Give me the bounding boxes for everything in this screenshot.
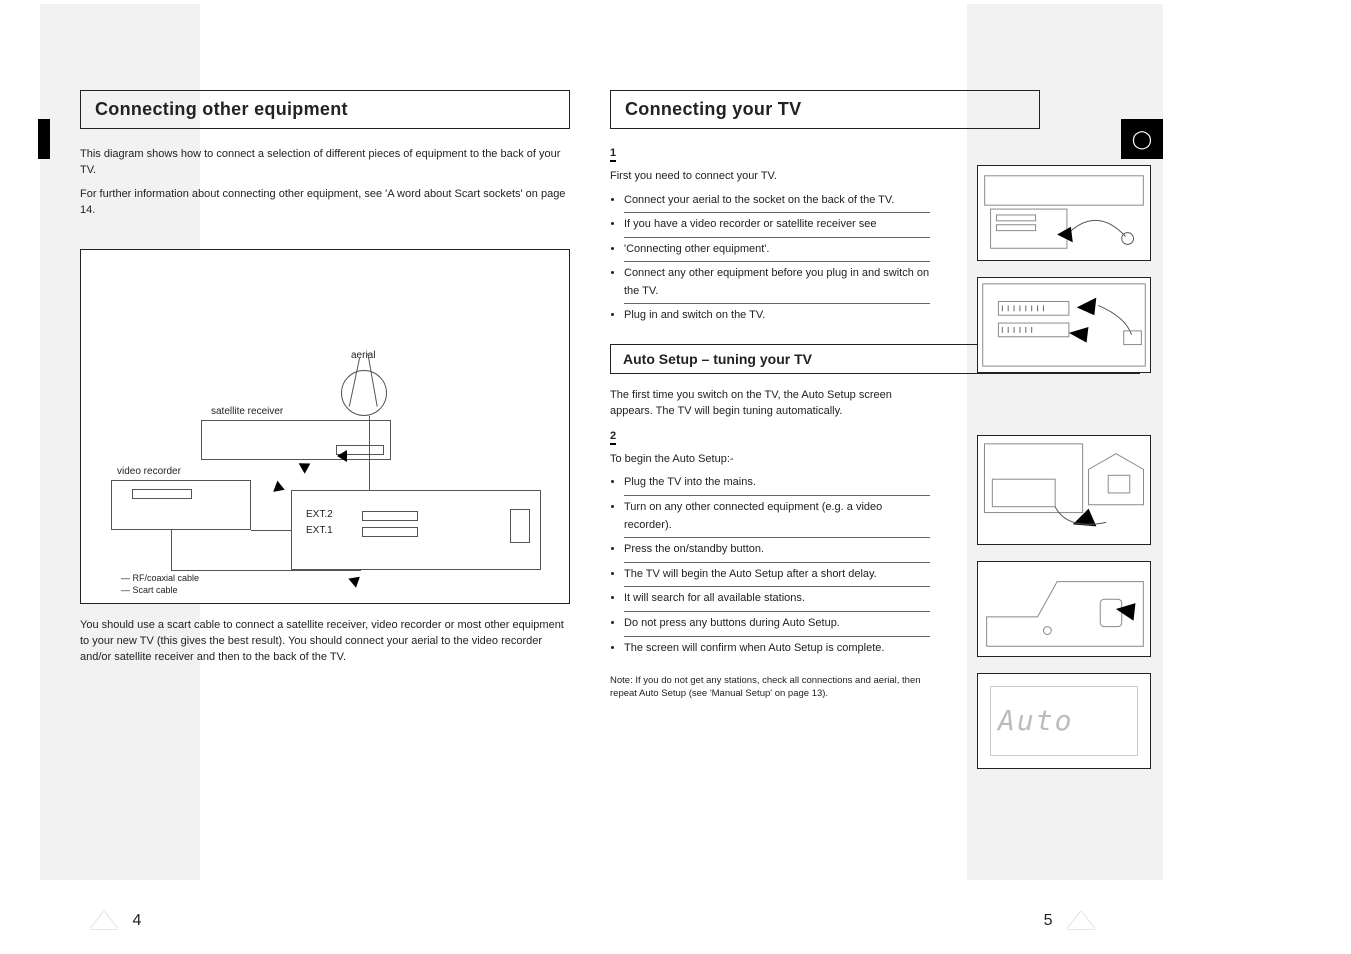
legend-rf: — RF/coaxial cable	[121, 572, 199, 585]
scart-note: You should use a scart cable to connect …	[80, 618, 570, 666]
list-item: Do not press any buttons during Auto Set…	[624, 612, 930, 637]
step-number-2: 2	[610, 430, 616, 445]
step-figures: Auto	[977, 165, 1151, 769]
page-number-right: 5	[1044, 911, 1095, 934]
arrow-up-icon	[1067, 911, 1095, 929]
sat-receiver-icon	[201, 420, 391, 460]
list-item: If you have a video recorder or satellit…	[624, 213, 930, 238]
arrow-icon	[273, 480, 287, 495]
setup-note: Note: If you do not get any stations, ch…	[610, 674, 930, 701]
label-ext2: EXT.2	[306, 509, 333, 520]
arrow-icon	[337, 450, 347, 462]
figure-standby-button	[977, 561, 1151, 657]
label-vcr: video recorder	[117, 466, 181, 477]
figure-scart-connect	[977, 277, 1151, 373]
step-1-list: Connect your aerial to the socket on the…	[624, 189, 930, 329]
list-item: Connect any other equipment before you p…	[624, 262, 930, 304]
heading-connecting-tv: Connecting your TV	[610, 90, 1040, 129]
step-2-text: To begin the Auto Setup:-	[610, 451, 930, 468]
step-2: 2 To begin the Auto Setup:- Plug the TV …	[610, 430, 930, 660]
figure-aerial-connect	[977, 165, 1151, 261]
step-1: 1 First you need to connect your TV. Con…	[610, 147, 930, 328]
step-1-text: First you need to connect your TV.	[610, 168, 930, 185]
diagram-legend: — RF/coaxial cable — Scart cable	[121, 572, 199, 597]
step-2-list: Plug the TV into the mains. Turn on any …	[624, 471, 930, 660]
left-column: Connecting other equipment This diagram …	[80, 90, 570, 701]
list-item: Plug in and switch on the TV.	[624, 304, 930, 328]
setup-intro: The first time you switch on the TV, the…	[610, 388, 930, 420]
list-item: The TV will begin the Auto Setup after a…	[624, 563, 930, 588]
label-ext1: EXT.1	[306, 525, 333, 536]
figure-mains-plug	[977, 435, 1151, 545]
tv-rear-icon: EXT.2 EXT.1	[291, 490, 541, 570]
connection-diagram: aerial satellite receiver video recorder	[80, 249, 570, 604]
intro-text-2: For further information about connecting…	[80, 187, 570, 219]
intro-text-1: This diagram shows how to connect a sele…	[80, 147, 570, 179]
arrow-icon	[348, 572, 363, 588]
label-sat-receiver: satellite receiver	[211, 406, 283, 417]
list-item: Turn on any other connected equipment (e…	[624, 496, 930, 538]
arrow-icon	[299, 458, 314, 473]
list-item: The screen will confirm when Auto Setup …	[624, 637, 930, 661]
arrow-up-icon	[90, 911, 118, 929]
list-item: Connect your aerial to the socket on the…	[624, 189, 930, 214]
step-number-1: 1	[610, 147, 616, 162]
figure-auto-display: Auto	[977, 673, 1151, 769]
label-aerial: aerial	[351, 350, 375, 361]
list-item: 'Connecting other equipment'.	[624, 238, 930, 263]
page-number-left: 4	[90, 911, 141, 934]
display-text: Auto	[998, 704, 1073, 737]
legend-scart: — Scart cable	[121, 584, 199, 597]
list-item: Plug the TV into the mains.	[624, 471, 930, 496]
vcr-icon	[111, 480, 251, 530]
heading-connecting-other: Connecting other equipment	[80, 90, 570, 129]
list-item: It will search for all available station…	[624, 587, 930, 612]
list-item: Press the on/standby button.	[624, 538, 930, 563]
antenna-icon	[341, 370, 387, 416]
